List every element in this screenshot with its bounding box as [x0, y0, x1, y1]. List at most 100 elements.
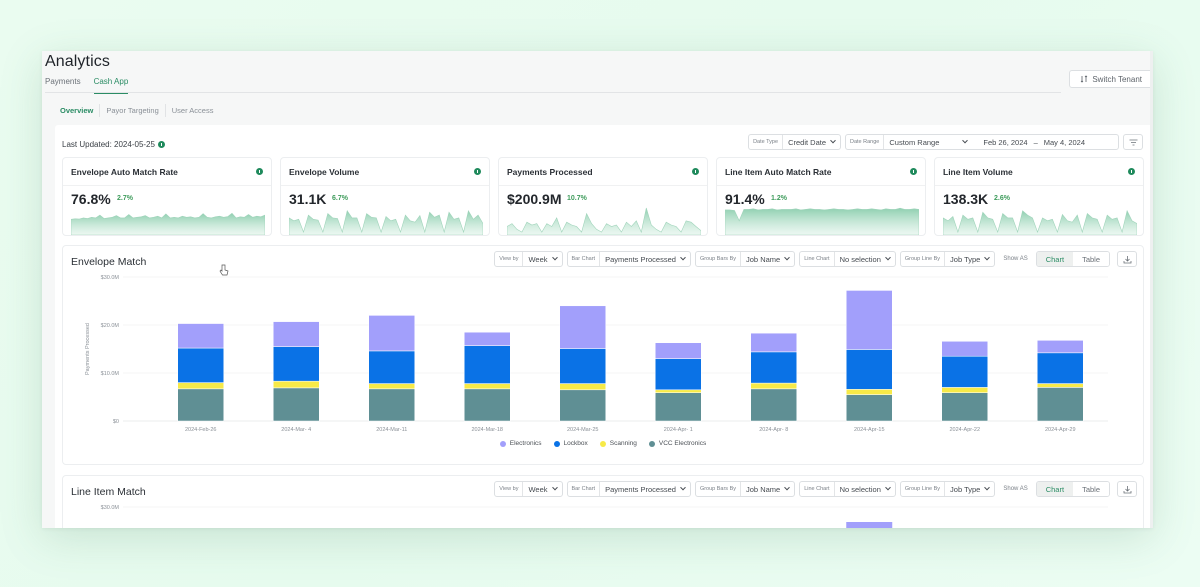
bar-segment-vcc-electronics[interactable] — [1037, 387, 1084, 422]
bar-segment-electronics[interactable] — [750, 332, 797, 353]
bar-segment-lockbox[interactable] — [750, 351, 797, 384]
y-tick-label: $20.0M — [101, 323, 120, 329]
legend-item[interactable]: Scanning — [599, 440, 637, 447]
bar-segment-scanning[interactable] — [464, 383, 511, 390]
envelope-match-panel: Envelope Match View by Week Bar Chart Pa… — [62, 245, 1144, 465]
bar-segment-lockbox[interactable] — [368, 350, 415, 384]
bar-segment-vcc-electronics[interactable] — [941, 392, 988, 422]
bar-chart-select[interactable]: Bar Chart Payments Processed — [566, 251, 691, 267]
kpi-title: Line Item Volume — [943, 167, 1013, 177]
date-type-label: Date Type — [749, 135, 784, 149]
bar-segment-electronics[interactable] — [273, 321, 320, 347]
kpi-change: 6.7% — [332, 195, 348, 202]
kpi-card[interactable]: Envelope Volume 31.1K 6.7% — [280, 157, 490, 236]
legend-item[interactable]: VCC Electronics — [648, 440, 706, 447]
date-from: Feb 26, 2024 — [983, 137, 1028, 147]
info-icon[interactable] — [1128, 168, 1135, 175]
view-by-select[interactable]: View by Week — [494, 251, 563, 267]
filter-button[interactable] — [1123, 134, 1143, 150]
bar-segment-vcc-electronics[interactable] — [177, 388, 224, 422]
date-type-select[interactable]: Date Type Credit Date — [748, 134, 841, 150]
bar-segment-electronics[interactable] — [846, 290, 893, 350]
bar-segment-electronics[interactable] — [1037, 340, 1084, 354]
legend-swatch — [599, 440, 606, 447]
bar-segment-lockbox[interactable] — [846, 349, 893, 390]
legend-label: Lockbox — [563, 440, 588, 447]
line-item-match-panel: Line Item Match View by Week Bar Chart P… — [62, 475, 1144, 528]
sparkline-area — [943, 209, 1137, 235]
bar-segment-lockbox[interactable] — [559, 348, 606, 384]
show-table-button[interactable]: Table — [1073, 252, 1109, 266]
bar-segment-scanning[interactable] — [1037, 383, 1084, 388]
download-button[interactable] — [1117, 481, 1137, 497]
line-chart-select[interactable]: Line Chart No selection — [799, 481, 896, 497]
bar-segment-lockbox[interactable] — [655, 358, 702, 391]
bar-segment-vcc-electronics[interactable] — [273, 387, 320, 422]
kpi-card[interactable]: Line Item Volume 138.3K 2.6% — [934, 157, 1144, 236]
bar-segment-lockbox[interactable] — [177, 347, 224, 383]
bar-segment-vcc-electronics[interactable] — [368, 388, 415, 422]
chevron-down-icon — [962, 137, 969, 144]
info-icon[interactable] — [256, 168, 263, 175]
bar-segment-vcc-electronics[interactable] — [464, 388, 511, 422]
bar-chart-label: Bar Chart — [568, 252, 601, 266]
scrollbar[interactable] — [1150, 51, 1153, 528]
bar-segment-lockbox[interactable] — [941, 355, 988, 388]
sparkline — [725, 207, 919, 235]
bar-segment-electronics[interactable] — [177, 323, 224, 349]
bar-segment-vcc-electronics[interactable] — [750, 388, 797, 422]
bar-segment-scanning[interactable] — [846, 389, 893, 395]
kpi-change: 2.7% — [117, 195, 133, 202]
date-range-select[interactable]: Date Range Custom Range Feb 26, 2024 – M… — [845, 134, 1119, 150]
subtab-payor-targeting[interactable]: Payor Targeting — [100, 104, 166, 117]
bar-segment-scanning[interactable] — [750, 382, 797, 390]
bar-segment-electronics[interactable] — [655, 342, 702, 359]
view-by-label: View by — [495, 252, 524, 266]
bar-segment-electronics[interactable] — [559, 305, 606, 349]
show-chart-button[interactable]: Chart — [1036, 252, 1074, 266]
legend-item[interactable]: Electronics — [499, 440, 542, 447]
info-icon[interactable] — [157, 141, 165, 148]
group-line-select[interactable]: Group Line By Job Type — [899, 251, 996, 267]
bar-segment-electronics[interactable] — [846, 522, 893, 528]
info-icon[interactable] — [910, 168, 917, 175]
subtab-overview[interactable]: Overview — [54, 104, 101, 117]
view-by-select[interactable]: View by Week — [494, 481, 563, 497]
info-icon[interactable] — [692, 168, 699, 175]
subtab-user-access[interactable]: User Access — [166, 104, 220, 117]
bar-segment-lockbox[interactable] — [464, 345, 511, 384]
bar-segment-electronics[interactable] — [368, 315, 415, 352]
group-bars-select[interactable]: Group Bars By Job Name — [694, 481, 796, 497]
legend-item[interactable]: Lockbox — [553, 440, 588, 447]
bar-segment-scanning[interactable] — [368, 383, 415, 390]
bar-segment-scanning[interactable] — [177, 382, 224, 390]
bar-segment-vcc-electronics[interactable] — [846, 394, 893, 422]
group-bars-select[interactable]: Group Bars By Job Name — [694, 251, 796, 267]
bar-segment-vcc-electronics[interactable] — [559, 389, 606, 422]
group-bars-label: Group Bars By — [696, 482, 742, 496]
bar-chart-select[interactable]: Bar Chart Payments Processed — [566, 481, 691, 497]
x-tick-label: 2024-Apr-29 — [1045, 427, 1076, 433]
group-bars-label: Group Bars By — [696, 252, 742, 266]
bar-segment-scanning[interactable] — [941, 387, 988, 393]
show-chart-button[interactable]: Chart — [1036, 482, 1074, 496]
bar-segment-scanning[interactable] — [273, 380, 320, 389]
bar-segment-electronics[interactable] — [941, 341, 988, 357]
group-line-select[interactable]: Group Line By Job Type — [899, 481, 996, 497]
line-chart-select[interactable]: Line Chart No selection — [799, 251, 896, 267]
date-range-input[interactable]: Feb 26, 2024 – May 4, 2024 — [978, 138, 1090, 147]
download-button[interactable] — [1117, 251, 1137, 267]
switch-tenant-button[interactable]: Switch Tenant — [1069, 70, 1153, 88]
kpi-card[interactable]: Line Item Auto Match Rate 91.4% 1.2% — [716, 157, 926, 236]
bar-segment-scanning[interactable] — [559, 383, 606, 391]
kpi-card[interactable]: Envelope Auto Match Rate 76.8% 2.7% — [62, 157, 272, 236]
info-icon[interactable] — [474, 168, 481, 175]
bar-segment-electronics[interactable] — [464, 331, 511, 346]
bar-segment-lockbox[interactable] — [1037, 352, 1084, 384]
kpi-card[interactable]: Payments Processed $200.9M 10.7% — [498, 157, 708, 236]
switch-icon — [1081, 75, 1088, 83]
bar-segment-lockbox[interactable] — [273, 346, 320, 382]
bar-segment-vcc-electronics[interactable] — [655, 392, 702, 422]
show-table-button[interactable]: Table — [1073, 482, 1109, 496]
bar-segment-scanning[interactable] — [655, 389, 702, 393]
